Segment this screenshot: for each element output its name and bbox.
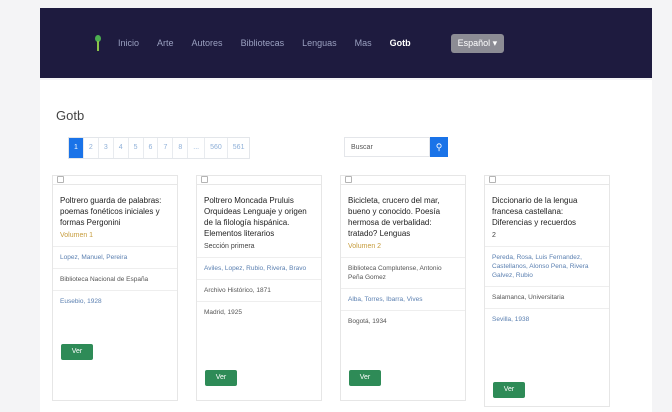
search-button[interactable]: ⚲ — [430, 137, 448, 157]
card-place-link[interactable]: Sevilla, 1938 — [485, 308, 609, 330]
search-input[interactable] — [344, 137, 430, 157]
view-button[interactable]: Ver — [61, 344, 93, 360]
card-details: Lopez, Manuel, Pereira Biblioteca Nacion… — [53, 246, 177, 312]
card-subtitle: Sección primera — [204, 243, 255, 250]
page-item-ellipsis: ... — [188, 138, 206, 158]
card-detail: Salamanca, Universitaria — [485, 286, 609, 308]
search-icon: ⚲ — [435, 142, 443, 152]
page-item-second-last[interactable]: 560 — [205, 138, 228, 158]
nav-link-lenguas[interactable]: Lenguas — [302, 38, 337, 48]
card-author-link[interactable]: Aviles, Lopez, Rubio, Rivera, Bravo — [197, 257, 321, 279]
broken-image-icon — [57, 176, 64, 183]
nav-link-mas[interactable]: Mas — [355, 38, 372, 48]
nav-link-inicio[interactable]: Inicio — [118, 38, 139, 48]
card-details: Aviles, Lopez, Rubio, Rivera, Bravo Arch… — [197, 257, 321, 323]
nav-link-gotb[interactable]: Gotb — [390, 38, 411, 48]
card-subtitle: Volumen 1 — [60, 232, 94, 239]
card-title[interactable]: Poltrero Moncada Pruluis Orquideas Lengu… — [204, 195, 314, 239]
view-button[interactable]: Ver — [349, 370, 381, 386]
card-place: Madrid, 1925 — [197, 301, 321, 323]
card-subtitle: 2 — [492, 232, 496, 239]
page-item-2[interactable]: 2 — [84, 138, 99, 158]
card-subtitle: Volumen 2 — [348, 243, 382, 250]
pagination: 1 2 3 4 5 6 7 8 ... 560 561 — [68, 137, 251, 159]
top-navbar: Inicio Arte Autores Bibliotecas Lenguas … — [40, 8, 652, 78]
view-button[interactable]: Ver — [493, 382, 525, 398]
nav-link-bibliotecas[interactable]: Bibliotecas — [241, 38, 285, 48]
language-dropdown-button[interactable]: Español ▾ — [450, 33, 505, 53]
result-card: Poltrero Moncada Pruluis Orquideas Lengu… — [196, 175, 322, 401]
card-image — [197, 176, 321, 185]
card-place: Bogotá, 1934 — [341, 310, 465, 332]
card-detail: Biblioteca Complutense, Antonio Peña Gom… — [341, 257, 465, 288]
card-place-link[interactable]: Eusebio, 1928 — [53, 290, 177, 312]
page-item-7[interactable]: 7 — [158, 138, 174, 158]
broken-image-icon — [345, 176, 352, 183]
nav-link-autores[interactable]: Autores — [192, 38, 223, 48]
card-image — [341, 176, 465, 185]
logo-icon[interactable] — [92, 35, 104, 51]
card-author-link[interactable]: Pereda, Rosa, Luis Fernandez, Castellano… — [485, 246, 609, 286]
card-details: Pereda, Rosa, Luis Fernandez, Castellano… — [485, 246, 609, 330]
search-box: ⚲ — [344, 137, 448, 157]
page-item-8[interactable]: 8 — [173, 138, 189, 158]
result-card: Diccionario de la lengua francesa castel… — [484, 175, 610, 407]
result-card: Bicicleta, crucero del mar, bueno y cono… — [340, 175, 466, 401]
page-title: Gotb — [56, 108, 85, 123]
page-item-last[interactable]: 561 — [228, 138, 250, 158]
card-image — [485, 176, 609, 185]
card-title[interactable]: Bicicleta, crucero del mar, bueno y cono… — [348, 195, 458, 239]
card-image — [53, 176, 177, 185]
card-author-link[interactable]: Alba, Torres, Ibarra, Vives — [341, 288, 465, 310]
result-card: Poltrero guarda de palabras: poemas foné… — [52, 175, 178, 401]
main-content: Gotb 1 2 3 4 5 6 7 8 ... 560 561 ⚲ Poltr… — [40, 80, 652, 412]
view-button[interactable]: Ver — [205, 370, 237, 386]
page-item-5[interactable]: 5 — [129, 138, 144, 158]
card-details: Biblioteca Complutense, Antonio Peña Gom… — [341, 257, 465, 332]
card-detail: Archivo Histórico, 1871 — [197, 279, 321, 301]
broken-image-icon — [489, 176, 496, 183]
broken-image-icon — [201, 176, 208, 183]
page-item-4[interactable]: 4 — [114, 138, 129, 158]
card-author-link[interactable]: Lopez, Manuel, Pereira — [53, 246, 177, 268]
page-item-6[interactable]: 6 — [144, 138, 159, 158]
card-title[interactable]: Diccionario de la lengua francesa castel… — [492, 195, 602, 228]
nav-link-arte[interactable]: Arte — [157, 38, 174, 48]
page-item-3[interactable]: 3 — [99, 138, 114, 158]
card-title[interactable]: Poltrero guarda de palabras: poemas foné… — [60, 195, 170, 228]
page-item-1[interactable]: 1 — [69, 138, 84, 158]
card-detail: Biblioteca Nacional de España — [53, 268, 177, 290]
